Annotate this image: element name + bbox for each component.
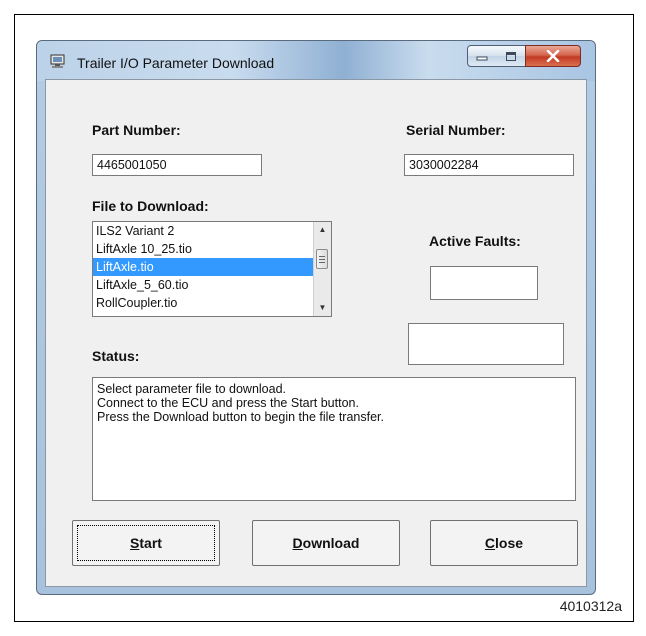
maximize-icon: [505, 51, 516, 61]
status-line: Press the Download button to begin the f…: [97, 410, 384, 424]
file-to-download-label: File to Download:: [92, 198, 209, 214]
close-button[interactable]: Close: [430, 520, 578, 566]
serial-number-field[interactable]: 3030002284: [404, 154, 574, 176]
list-item[interactable]: RollCoupler.tio: [93, 294, 315, 312]
close-window-button[interactable]: [525, 45, 581, 67]
status-label: Status:: [92, 348, 140, 364]
active-faults-label: Active Faults:: [429, 233, 521, 249]
minimize-icon: [476, 56, 488, 61]
window-title: Trailer I/O Parameter Download: [77, 55, 275, 71]
file-listbox[interactable]: ILS2 Variant 2 LiftAxle 10_25.tio LiftAx…: [92, 221, 332, 317]
scroll-thumb[interactable]: [316, 249, 328, 269]
dialog-client-area: Part Number: 4465001050 Serial Number: 3…: [45, 79, 587, 587]
maximize-button[interactable]: [496, 45, 526, 67]
extra-readout-field[interactable]: [408, 323, 564, 365]
start-button[interactable]: Start: [72, 520, 220, 566]
list-item-selected[interactable]: LiftAxle.tio: [93, 258, 315, 276]
status-textbox[interactable]: Select parameter file to download. Conne…: [92, 377, 576, 501]
close-icon: [546, 50, 560, 62]
vertical-scrollbar[interactable]: ▲ ▼: [313, 222, 331, 316]
status-line: Select parameter file to download.: [97, 382, 286, 396]
serial-number-label: Serial Number:: [406, 122, 506, 138]
dialog-window: Trailer I/O Parameter Download Part Numb…: [36, 40, 596, 595]
part-number-field[interactable]: 4465001050: [92, 154, 262, 176]
part-number-label: Part Number:: [92, 122, 181, 138]
list-item[interactable]: LiftAxle_5_60.tio: [93, 276, 315, 294]
list-item[interactable]: LiftAxle 10_25.tio: [93, 240, 315, 258]
minimize-button[interactable]: [467, 45, 497, 67]
scroll-down-icon[interactable]: ▼: [314, 300, 331, 316]
title-bar[interactable]: Trailer I/O Parameter Download: [37, 41, 595, 81]
status-line: Connect to the ECU and press the Start b…: [97, 396, 359, 410]
figure-id-label: 4010312a: [559, 598, 622, 614]
scroll-up-icon[interactable]: ▲: [314, 222, 331, 238]
app-icon: [50, 54, 65, 68]
download-button[interactable]: Download: [252, 520, 400, 566]
list-item[interactable]: ILS2 Variant 2: [93, 222, 315, 240]
active-faults-field[interactable]: [430, 266, 538, 300]
